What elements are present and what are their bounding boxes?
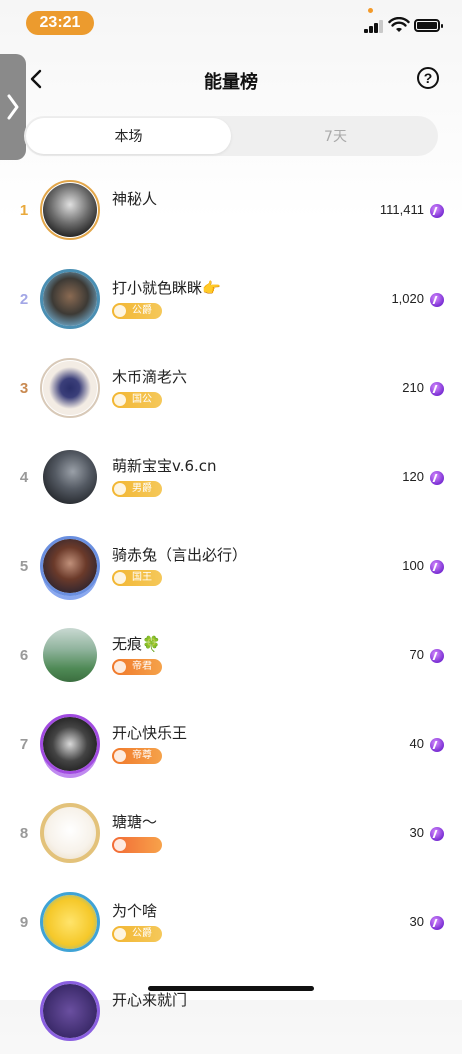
rank-number: 6 xyxy=(19,647,29,664)
rank-number: 7 xyxy=(19,736,29,753)
crown-icon xyxy=(114,305,126,317)
help-button[interactable]: ? xyxy=(417,67,439,89)
tab-7-days[interactable]: 7天 xyxy=(233,116,438,156)
ranking-list: 1 神秘人 111,411 2 打小就色眯眯👉 公爵 1,020 3 木币滴老六… xyxy=(0,164,462,1054)
avatar[interactable] xyxy=(40,180,100,240)
ranking-row[interactable]: 7 开心快乐王 帝尊 40 xyxy=(0,698,462,787)
period-tabs: 本场 7天 xyxy=(24,116,438,156)
rank-title-badge: 公爵 xyxy=(112,926,162,942)
wifi-icon xyxy=(388,17,410,32)
crown-icon xyxy=(114,572,126,584)
rank-title-badge: 公爵 xyxy=(112,303,162,319)
avatar[interactable] xyxy=(40,358,100,418)
ranking-row[interactable]: 1 神秘人 111,411 xyxy=(0,164,462,253)
rank-number: 3 xyxy=(19,380,29,397)
user-name: 骑赤兔（言出必行） xyxy=(112,546,248,564)
battery-icon xyxy=(414,19,443,32)
tab-this-session[interactable]: 本场 xyxy=(26,118,231,154)
crown-icon xyxy=(114,839,126,851)
energy-score: 100 xyxy=(402,558,424,573)
energy-score: 30 xyxy=(409,914,424,929)
user-name: 萌新宝宝v.6.cn xyxy=(112,457,217,475)
energy-gem-icon xyxy=(430,471,444,485)
energy-gem-icon xyxy=(430,916,444,930)
energy-score: 40 xyxy=(409,736,424,751)
crown-icon xyxy=(114,750,126,762)
home-indicator[interactable] xyxy=(148,986,314,991)
energy-gem-icon xyxy=(430,382,444,396)
crown-icon xyxy=(114,928,126,940)
energy-score: 120 xyxy=(402,469,424,484)
ranking-row[interactable]: 3 木币滴老六 国公 210 xyxy=(0,342,462,431)
rank-title-badge xyxy=(112,837,162,853)
energy-gem-icon xyxy=(430,293,444,307)
ranking-row[interactable]: 9 为个啥 公爵 30 xyxy=(0,876,462,965)
rank-title-badge: 帝尊 xyxy=(112,748,162,764)
energy-score: 70 xyxy=(409,647,424,662)
ranking-row[interactable]: 4 萌新宝宝v.6.cn 男爵 120 xyxy=(0,431,462,520)
energy-gem-icon xyxy=(430,827,444,841)
ranking-row[interactable]: 6 无痕🍀 帝君 70 xyxy=(0,609,462,698)
ranking-row[interactable]: 2 打小就色眯眯👉 公爵 1,020 xyxy=(0,253,462,342)
status-time: 23:21 xyxy=(26,11,94,35)
ranking-row[interactable]: 5 骑赤兔（言出必行） 国王 100 xyxy=(0,520,462,609)
energy-gem-icon xyxy=(430,649,444,663)
crown-icon xyxy=(114,394,126,406)
rank-number: 8 xyxy=(19,825,29,842)
rank-number: 1 xyxy=(19,202,29,219)
user-name: 木币滴老六 xyxy=(112,368,188,386)
avatar[interactable] xyxy=(40,981,100,1041)
avatar[interactable] xyxy=(40,625,100,685)
energy-gem-icon xyxy=(430,204,444,218)
nav-bar: 能量榜 ? xyxy=(0,58,462,102)
user-name: 神秘人 xyxy=(112,190,158,208)
avatar[interactable] xyxy=(40,536,100,596)
energy-score: 1,020 xyxy=(391,291,424,306)
rank-title-badge: 男爵 xyxy=(112,481,162,497)
rank-number: 4 xyxy=(19,469,29,486)
user-name: 为个啥 xyxy=(112,902,158,920)
rank-title-badge: 国王 xyxy=(112,570,162,586)
energy-gem-icon xyxy=(430,560,444,574)
avatar[interactable] xyxy=(40,447,100,507)
crown-icon xyxy=(114,483,126,495)
rank-number: 5 xyxy=(19,558,29,575)
avatar[interactable] xyxy=(40,803,100,863)
ranking-row[interactable]: 开心来就门 xyxy=(0,965,462,1054)
energy-score: 30 xyxy=(409,825,424,840)
user-name: 无痕🍀 xyxy=(112,635,161,653)
rank-title-badge: 帝君 xyxy=(112,659,162,675)
energy-score: 210 xyxy=(402,380,424,395)
ranking-row[interactable]: 8 瑭瑭～ 30 xyxy=(0,787,462,876)
recording-dot-icon xyxy=(368,8,373,13)
user-name: 打小就色眯眯👉 xyxy=(112,279,221,297)
crown-icon xyxy=(114,661,126,673)
rank-title-badge: 国公 xyxy=(112,392,162,408)
page-title: 能量榜 xyxy=(204,72,258,93)
cellular-signal-icon xyxy=(364,19,384,33)
rank-number: 9 xyxy=(19,914,29,931)
avatar[interactable] xyxy=(40,714,100,774)
energy-score: 111,411 xyxy=(379,202,424,217)
avatar[interactable] xyxy=(40,892,100,952)
avatar[interactable] xyxy=(40,269,100,329)
user-name: 瑭瑭～ xyxy=(112,813,158,831)
energy-gem-icon xyxy=(430,738,444,752)
user-name: 开心快乐王 xyxy=(112,724,188,742)
rank-number: 2 xyxy=(19,291,29,308)
question-circle-icon: ? xyxy=(423,70,433,86)
status-bar: 23:21 xyxy=(0,0,462,46)
